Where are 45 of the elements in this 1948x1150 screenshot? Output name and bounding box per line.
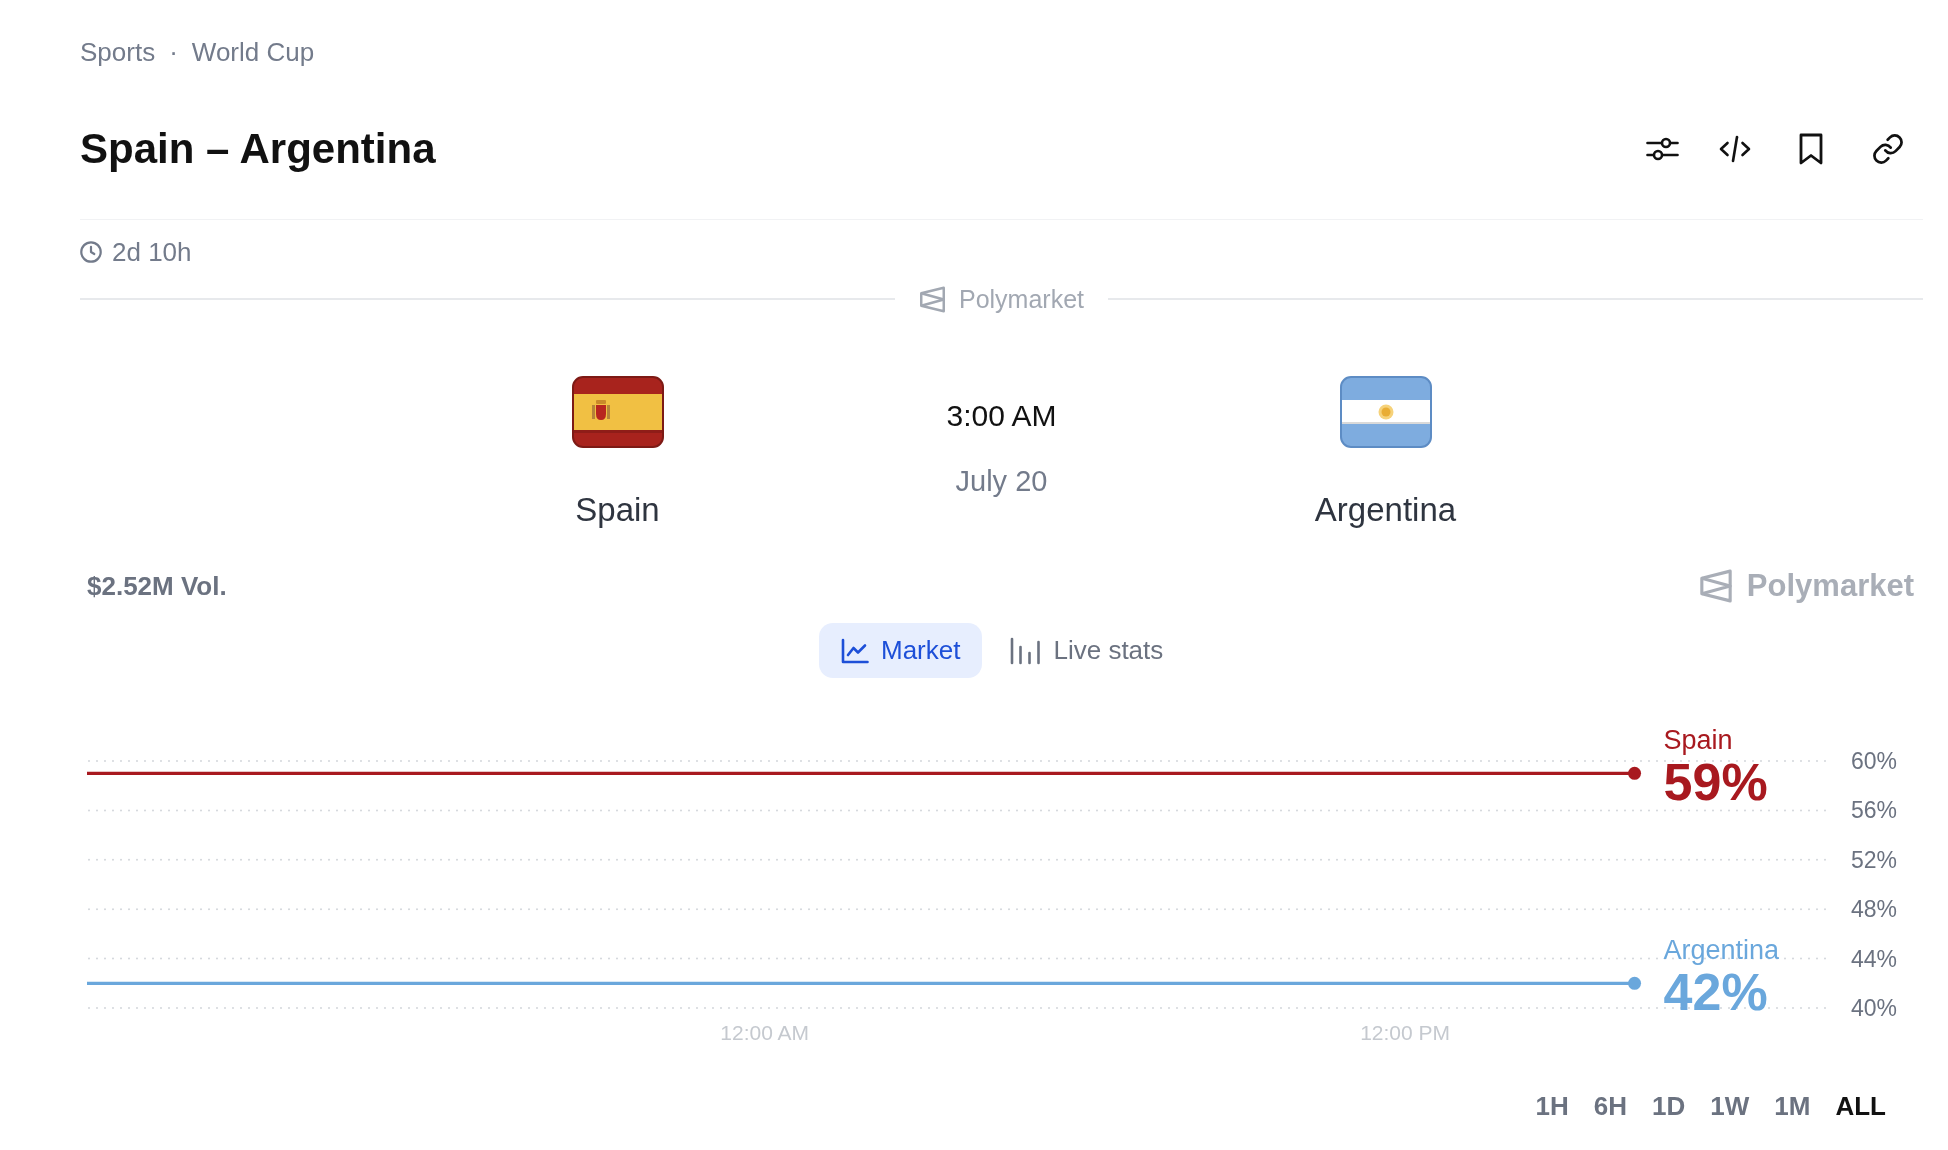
series-label: Argentina xyxy=(1663,935,1780,966)
axis-label: 12:00 PM xyxy=(1360,1020,1451,1044)
range-button[interactable]: 1D xyxy=(1652,1090,1686,1122)
bookmark-button[interactable] xyxy=(1799,133,1823,165)
countdown-text: 2d 10h xyxy=(112,237,192,267)
range-button[interactable]: 1W xyxy=(1710,1090,1750,1122)
link-icon xyxy=(1873,134,1903,164)
bar-chart-icon xyxy=(1010,636,1042,665)
axis-label: 48% xyxy=(1851,896,1898,923)
axis-label: 12:00 AM xyxy=(720,1020,810,1044)
flag-icon xyxy=(571,376,664,448)
range-button[interactable]: 6H xyxy=(1593,1090,1628,1122)
copy-link-button[interactable] xyxy=(1873,134,1903,164)
source-name: Polymarket xyxy=(959,284,1085,314)
axis-label: 56% xyxy=(1851,797,1898,824)
line-chart-icon xyxy=(841,637,869,664)
page-title: Spain – Argentina xyxy=(80,124,436,174)
axis-label: 44% xyxy=(1851,945,1898,972)
axis-label: 40% xyxy=(1851,995,1898,1021)
bookmark-icon xyxy=(1799,133,1823,165)
clock-icon xyxy=(80,241,102,263)
view-tab[interactable]: Live stats xyxy=(988,623,1186,678)
source-name: Polymarket xyxy=(1746,568,1914,604)
breadcrumb-link[interactable]: Sports xyxy=(80,37,156,67)
adjust-button[interactable] xyxy=(1646,136,1679,162)
logo-icon xyxy=(919,285,946,313)
team-name: Argentina xyxy=(1314,490,1457,530)
axis-label: 60% xyxy=(1851,748,1898,774)
volume-text: $2.52M Vol. xyxy=(86,571,227,601)
range-button[interactable]: 1H xyxy=(1535,1090,1569,1122)
sliders-icon xyxy=(1646,136,1679,162)
team-name: Spain xyxy=(575,490,660,530)
code-icon xyxy=(1719,135,1751,163)
embed-button[interactable] xyxy=(1719,135,1751,163)
series-label: Spain xyxy=(1663,725,1733,756)
breadcrumb-separator: · xyxy=(169,37,178,67)
logo-icon xyxy=(1698,569,1733,603)
range-button[interactable]: ALL xyxy=(1835,1090,1886,1122)
axis-label: 52% xyxy=(1851,846,1898,873)
match-time: 3:00 AM xyxy=(946,399,1057,433)
flag-icon xyxy=(1339,376,1432,448)
range-button[interactable]: 1M xyxy=(1774,1090,1811,1122)
breadcrumb-link[interactable]: World Cup xyxy=(191,37,315,67)
view-tab[interactable]: Market xyxy=(819,623,983,678)
match-date: July 20 xyxy=(955,464,1048,498)
